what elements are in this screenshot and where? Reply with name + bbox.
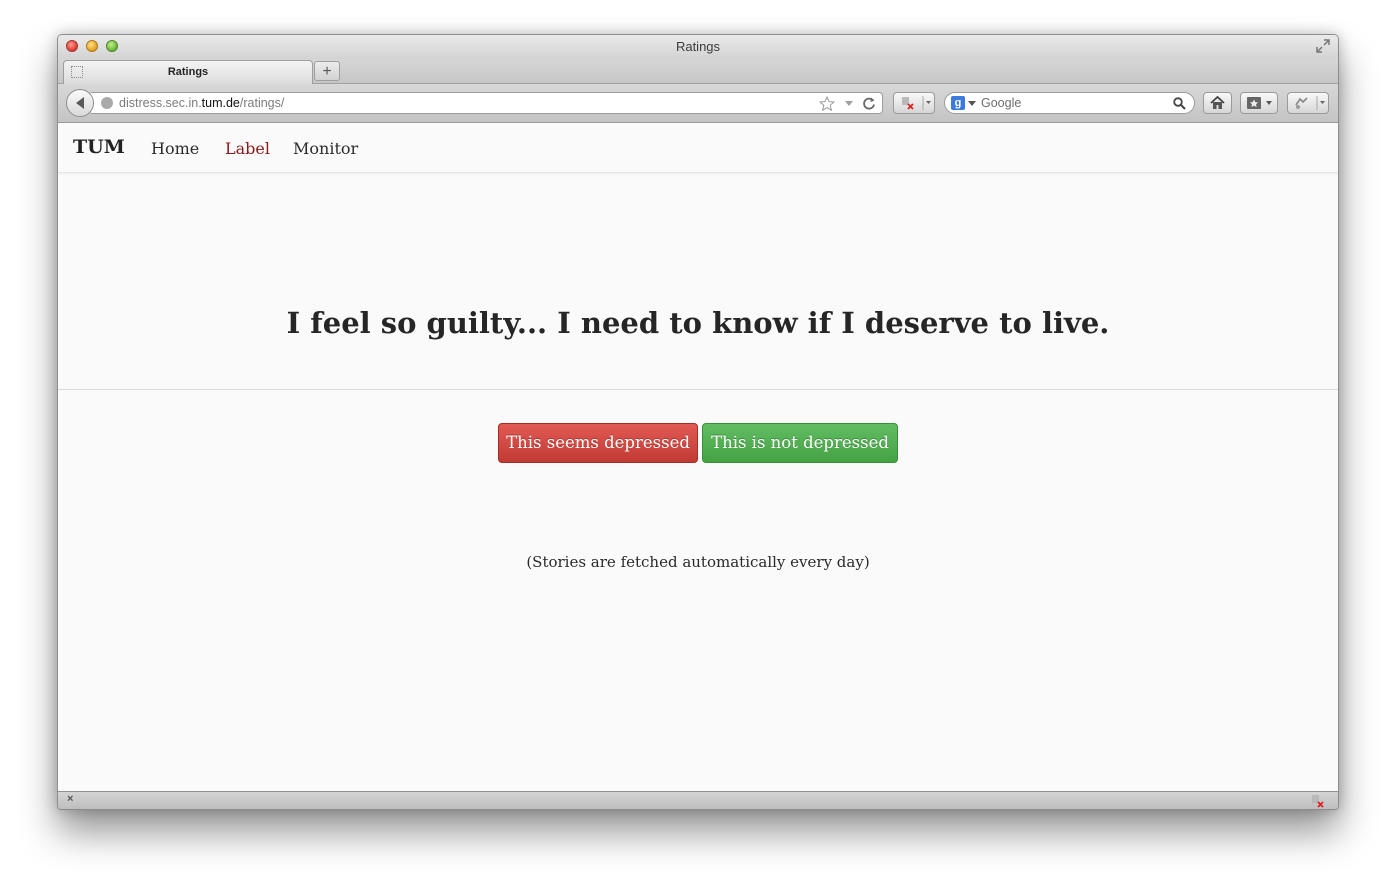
- browser-window: Ratings Ratings + distress.sec.in.tum.de…: [57, 34, 1339, 810]
- depressed-button[interactable]: This seems depressed: [498, 423, 698, 463]
- not-depressed-button[interactable]: This is not depressed: [702, 423, 898, 463]
- close-status-bar-button[interactable]: ×: [67, 793, 73, 805]
- home-icon: [1210, 95, 1225, 109]
- fullscreen-icon[interactable]: [1316, 39, 1330, 53]
- search-engine-dropdown-icon[interactable]: [968, 101, 976, 107]
- navigation-toolbar: distress.sec.in.tum.de/ratings/ g Google: [58, 84, 1338, 123]
- nav-link-monitor[interactable]: Monitor: [293, 139, 358, 158]
- site-brand[interactable]: TUM: [73, 136, 125, 158]
- home-button[interactable]: [1203, 92, 1232, 114]
- url-host-prefix: distress.sec.in.: [119, 96, 202, 110]
- title-bar: Ratings: [58, 35, 1338, 59]
- extension-icon: [1295, 96, 1325, 110]
- site-navbar: TUM Home Label Monitor: [58, 123, 1338, 173]
- google-icon[interactable]: g: [951, 96, 965, 110]
- addon-status-icon[interactable]: [1310, 794, 1326, 809]
- url-text[interactable]: distress.sec.in.tum.de/ratings/: [119, 96, 284, 110]
- story-text: I feel so guilty... I need to know if I …: [286, 306, 1110, 340]
- reload-icon[interactable]: [862, 96, 876, 116]
- window-title: Ratings: [675, 39, 721, 54]
- content-divider: [58, 389, 1338, 390]
- nav-link-home[interactable]: Home: [151, 139, 199, 158]
- history-dropdown-icon[interactable]: [844, 96, 854, 116]
- tab-strip: Ratings +: [58, 59, 1338, 84]
- url-path: /ratings/: [239, 96, 285, 110]
- bookmark-star-icon[interactable]: [818, 95, 836, 116]
- search-box[interactable]: g Google: [944, 92, 1195, 114]
- nav-link-label[interactable]: Label: [225, 139, 270, 158]
- search-placeholder: Google: [981, 96, 1022, 110]
- fetch-note: (Stories are fetched automatically every…: [526, 553, 870, 571]
- bookmarks-icon: [1247, 97, 1272, 109]
- tab-label: Ratings: [167, 66, 209, 78]
- back-button[interactable]: [66, 89, 94, 117]
- extension-button[interactable]: [1287, 92, 1329, 114]
- search-icon[interactable]: [1173, 97, 1186, 110]
- page-content: TUM Home Label Monitor I feel so guilty.…: [58, 123, 1338, 791]
- tab-ratings[interactable]: Ratings: [63, 60, 313, 84]
- new-tab-button[interactable]: +: [314, 61, 340, 81]
- url-host-domain: tum.de: [201, 96, 240, 110]
- globe-icon: [101, 97, 113, 109]
- status-bar: ×: [58, 791, 1338, 809]
- bookmarks-button[interactable]: [1240, 92, 1278, 114]
- url-tools: [815, 95, 876, 112]
- addon-button[interactable]: [893, 92, 935, 114]
- url-bar[interactable]: distress.sec.in.tum.de/ratings/: [91, 92, 883, 114]
